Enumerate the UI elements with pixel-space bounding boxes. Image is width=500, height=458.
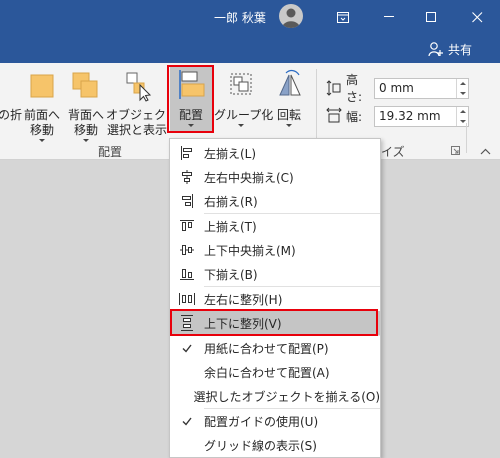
chevron-down-icon <box>238 124 244 127</box>
avatar[interactable] <box>279 4 303 28</box>
align-top-icon <box>170 219 204 233</box>
rotate-button[interactable]: 回転 <box>270 67 308 127</box>
group-separator <box>466 123 467 153</box>
title-bar: 一郎 秋葉 <box>0 0 500 34</box>
share-button[interactable]: 共有 <box>428 39 472 59</box>
menu-item-view-gridlines[interactable]: グリッド線の表示(S) <box>170 433 380 457</box>
menu-item-align-center[interactable]: 左右中央揃え(C) <box>170 165 380 189</box>
menu-item-align-middle[interactable]: 上下中央揃え(M) <box>170 238 380 262</box>
align-center-icon <box>170 170 204 184</box>
selection-pane-label-2: 選択と表示 <box>106 123 167 137</box>
height-icon <box>326 80 341 96</box>
ribbon-display-options-button[interactable] <box>320 0 366 34</box>
wrap-text-button[interactable]: の折 <box>0 67 23 123</box>
height-input[interactable]: 0 mm <box>374 77 469 99</box>
width-value: 19.32 mm <box>379 108 441 123</box>
selection-pane-icon <box>126 72 152 102</box>
bring-forward-icon <box>30 74 54 98</box>
bring-forward-button[interactable]: 前面へ 移動 <box>20 67 64 142</box>
minimize-button[interactable] <box>366 0 412 34</box>
chevron-down-icon <box>83 139 89 142</box>
group-label: グループ化 <box>214 108 274 122</box>
width-row: 幅: 19.32 mm <box>326 105 469 127</box>
collapse-ribbon-icon[interactable] <box>480 148 491 155</box>
height-spinner[interactable] <box>456 78 468 98</box>
close-button[interactable] <box>454 0 500 34</box>
share-label: 共有 <box>448 42 473 57</box>
distribute-horizontal-icon <box>170 292 204 306</box>
align-menu: 左揃え(L) 左右中央揃え(C) 右揃え(R) 上揃え(T) 上下中央揃え(M)… <box>169 138 381 458</box>
align-middle-icon <box>170 243 204 257</box>
selection-pane-label-1: オブジェクトの <box>106 108 191 122</box>
width-label: 幅: <box>346 109 363 124</box>
menu-item-use-alignment-guides[interactable]: 配置ガイドの使用(U) <box>170 409 380 433</box>
menu-item-align-top[interactable]: 上揃え(T) <box>170 214 380 238</box>
group-icon <box>230 73 252 95</box>
minimize-icon <box>383 16 394 17</box>
width-input[interactable]: 19.32 mm <box>374 105 469 127</box>
share-bar: 共有 <box>0 34 500 63</box>
chevron-down-icon <box>39 139 45 142</box>
menu-item-align-to-page[interactable]: 用紙に合わせて配置(P) <box>170 336 380 360</box>
maximize-button[interactable] <box>408 0 454 34</box>
group-label-size: イズ <box>381 145 405 159</box>
align-left-icon <box>170 146 204 160</box>
align-right-icon <box>170 194 204 208</box>
distribute-vertical-highlight <box>170 309 378 336</box>
check-icon <box>170 417 204 426</box>
dialog-launcher-icon[interactable] <box>451 146 460 155</box>
align-button-highlight <box>167 65 214 133</box>
ribbon-display-icon <box>337 11 349 23</box>
share-person-icon <box>428 42 443 57</box>
align-bottom-icon <box>170 267 204 281</box>
selection-pane-button[interactable]: オブジェクトの 選択と表示 <box>106 67 191 138</box>
menu-item-align-right[interactable]: 右揃え(R) <box>170 189 380 213</box>
close-icon <box>471 11 482 22</box>
menu-item-distribute-horizontal[interactable]: 左右に整列(H) <box>170 287 380 311</box>
height-row: 高さ: 0 mm <box>326 73 469 104</box>
check-icon <box>170 344 204 353</box>
send-backward-label-1: 背面へ <box>67 108 104 122</box>
bring-forward-label-1: 前面へ <box>23 108 60 122</box>
group-button[interactable]: グループ化 <box>214 67 274 127</box>
send-backward-icon <box>72 72 98 98</box>
height-label: 高さ: <box>346 73 363 104</box>
send-backward-label-2: 移動 <box>73 123 98 137</box>
bring-forward-label-2: 移動 <box>29 123 54 137</box>
width-icon <box>326 107 342 123</box>
wrap-text-label: の折 <box>0 108 23 122</box>
user-name[interactable]: 一郎 秋葉 <box>214 9 266 26</box>
maximize-icon <box>425 11 436 22</box>
menu-item-align-to-margin[interactable]: 余白に合わせて配置(A) <box>170 360 380 384</box>
user-avatar-icon <box>282 8 300 28</box>
menu-item-align-selected-objects[interactable]: 選択したオブジェクトを揃える(O) <box>170 384 380 408</box>
rotate-label: 回転 <box>276 108 301 122</box>
send-backward-button[interactable]: 背面へ 移動 <box>64 67 108 142</box>
menu-item-align-left[interactable]: 左揃え(L) <box>170 141 380 165</box>
rotate-icon <box>279 69 301 96</box>
height-value: 0 mm <box>379 80 414 95</box>
menu-item-align-bottom[interactable]: 下揃え(B) <box>170 262 380 286</box>
group-label-arrange: 配置 <box>98 145 123 159</box>
chevron-down-icon <box>286 124 292 127</box>
